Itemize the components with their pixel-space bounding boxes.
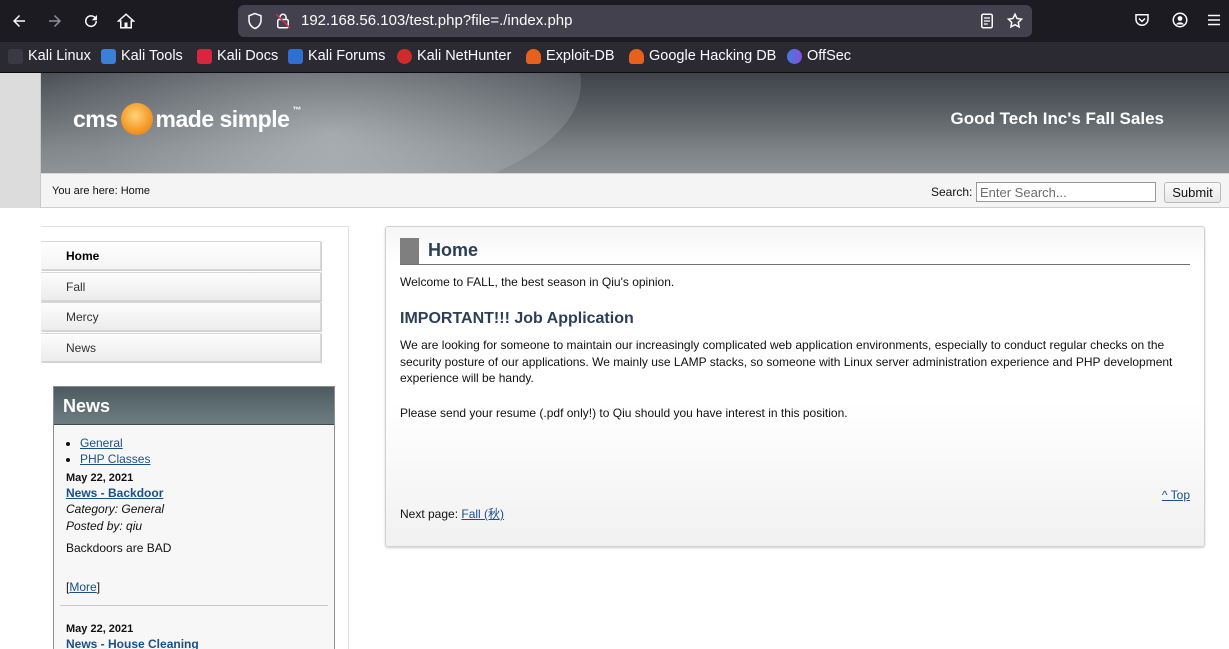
browser-toolbar: 192.168.56.103/test.php?file=./index.php [0,0,1229,42]
reader-view-icon[interactable] [978,12,996,30]
news-categories: General PHP Classes [66,435,334,467]
news-date: May 22, 2021 [66,623,134,635]
breadcrumb: You are here: Home [52,185,151,197]
kali-tools-icon [101,48,116,64]
heading-bar [400,238,419,264]
search-label: Search: [931,185,973,199]
news-more: [More] [66,580,101,594]
site-header: cms made simple ™ Good Tech Inc's Fall S… [41,73,1229,173]
kali-forums-icon [288,48,303,64]
home-button[interactable] [114,9,138,33]
site-title: Good Tech Inc's Fall Sales [950,109,1164,128]
reload-icon [85,15,98,28]
resume-text: Please send your resume (.pdf only!) to … [400,406,848,420]
kali-nethunter-icon [397,48,412,64]
sun-island-icon [120,103,153,135]
news-box-title: News [54,387,334,425]
bookmark-kali-linux[interactable]: Kali Linux [8,48,91,64]
news-category-link[interactable]: General [80,436,123,450]
cms-logo[interactable]: cms made simple ™ [73,103,301,135]
menu-item-news[interactable]: News [41,333,321,362]
news-date: May 22, 2021 [66,472,134,484]
content-heading: Home [400,238,1190,265]
bookmark-exploit-db[interactable]: Exploit-DB [526,48,615,64]
sidebar: Home Fall Mercy News News General PHP Cl… [41,226,349,649]
bookmark-kali-docs[interactable]: Kali Docs [197,48,278,64]
news-posted-by: Posted by: qiu [66,519,143,533]
news-category-link[interactable]: PHP Classes [80,452,150,466]
exploit-db-icon [526,48,541,64]
main-content: Home Welcome to FALL, the best season in… [385,226,1205,547]
home-icon [117,13,135,29]
breadcrumb-bar: You are here: Home Search: Submit [41,173,1229,208]
next-page-link[interactable]: Fall (秋) [461,507,504,521]
menu-icon[interactable] [1205,11,1225,31]
account-icon[interactable] [1171,11,1191,31]
search-input[interactable] [976,182,1156,202]
list-item: PHP Classes [80,451,334,467]
offsec-icon [787,48,802,64]
job-text: We are looking for someone to maintain o… [400,338,1173,385]
news-divider [60,605,328,606]
kali-docs-icon [197,48,212,64]
arrow-left-icon [13,15,25,27]
next-page: Next page: Fall (秋) [400,507,505,521]
news-title-link[interactable]: News - House Cleaning [66,637,199,649]
bookmark-kali-nethunter[interactable]: Kali NetHunter [397,48,511,64]
bookmarks-toolbar: Kali Linux Kali Tools Kali Docs Kali For… [0,42,1229,73]
bookmark-google-hacking-db[interactable]: Google Hacking DB [629,48,776,64]
back-to-top-link[interactable]: ^ Top [1162,488,1190,502]
menu-item-home[interactable]: Home [41,241,321,270]
menu-item-fall[interactable]: Fall [41,272,321,301]
news-summary: Backdoors are BAD [66,541,172,555]
ghdb-icon [629,48,644,64]
url-text[interactable]: 192.168.56.103/test.php?file=./index.php [301,12,572,29]
bookmark-offsec[interactable]: OffSec [787,48,851,64]
job-heading: IMPORTANT!!! Job Application [400,310,634,327]
news-box-body: General PHP Classes May 22, 2021 News - … [54,425,334,649]
welcome-text: Welcome to FALL, the best season in Qiu'… [400,275,675,289]
insecure-lock-icon[interactable] [274,12,292,30]
left-gutter [0,73,41,208]
url-bar[interactable]: 192.168.56.103/test.php?file=./index.php [238,5,1032,37]
news-title-link[interactable]: News - Backdoor [66,486,163,500]
back-button[interactable] [7,9,31,33]
arrow-right-icon [49,15,61,27]
kali-dragon-icon [8,48,23,64]
menu-item-mercy[interactable]: Mercy [41,302,321,331]
news-more-link[interactable]: More [69,580,96,594]
page-title: Home [428,240,479,260]
forward-button[interactable] [43,9,67,33]
search-submit-button[interactable]: Submit [1164,182,1221,203]
bookmark-kali-forums[interactable]: Kali Forums [288,48,385,64]
bookmark-kali-tools[interactable]: Kali Tools [101,48,183,64]
list-item: General [80,435,334,451]
news-box: News General PHP Classes May 22, 2021 Ne… [53,386,335,649]
reload-button[interactable] [79,9,103,33]
shield-icon[interactable] [246,12,264,30]
web-page: cms made simple ™ Good Tech Inc's Fall S… [0,73,1229,649]
news-category: Category: General [66,502,165,516]
pocket-icon[interactable] [1133,11,1153,31]
star-bookmark-icon[interactable] [1006,12,1024,30]
